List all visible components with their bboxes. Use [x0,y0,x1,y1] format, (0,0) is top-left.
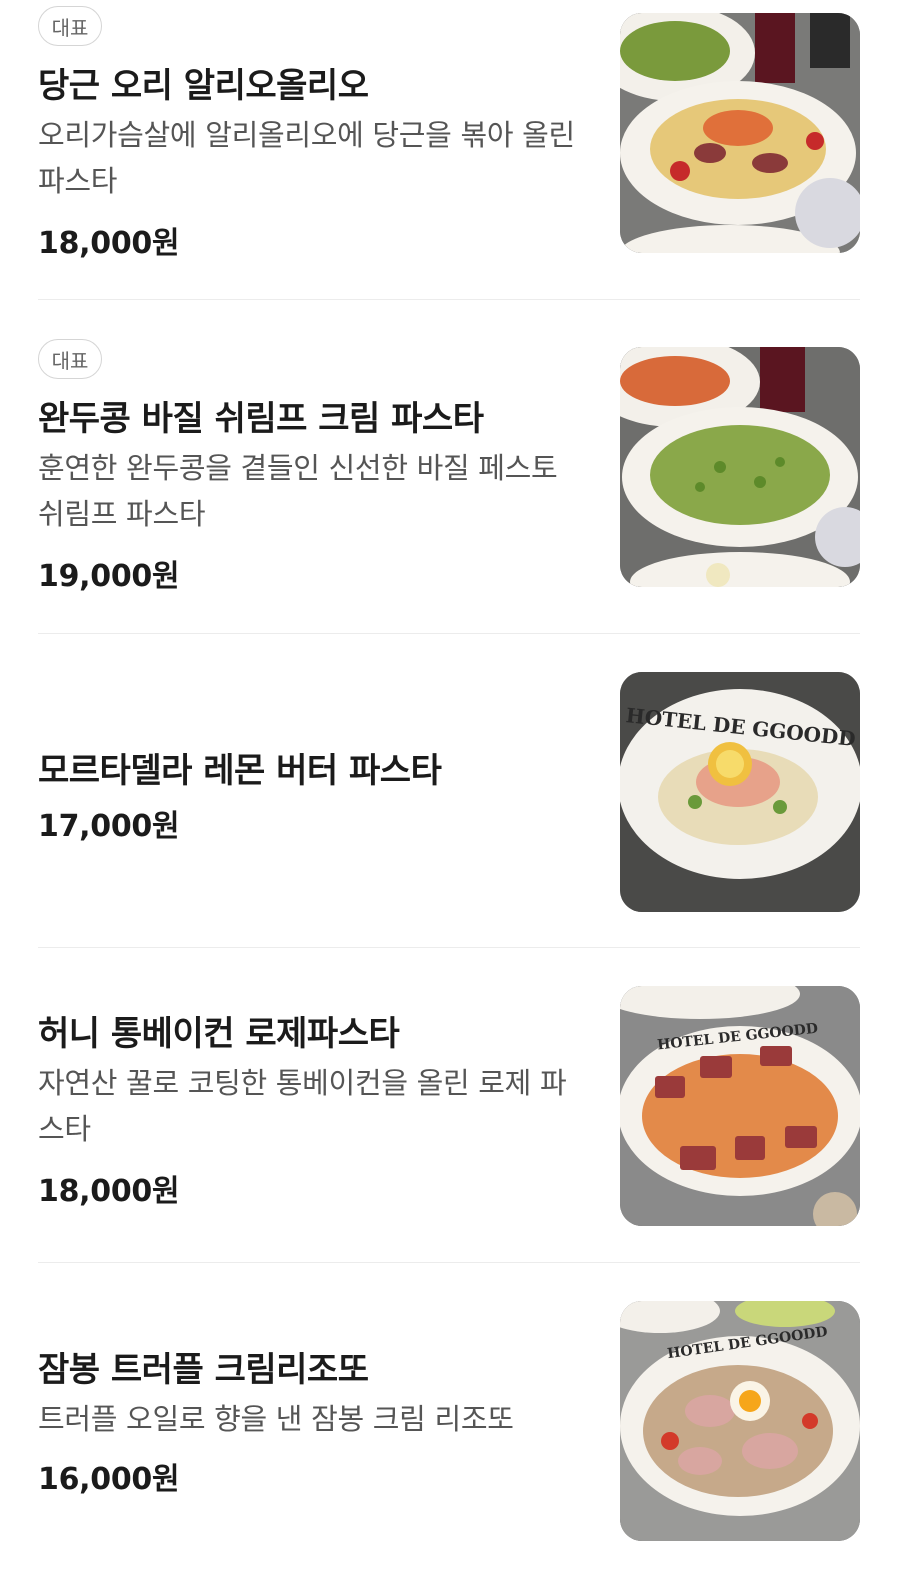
menu-item-photo [620,347,860,587]
divider [38,299,860,300]
menu-item-photo [620,13,860,253]
menu-item-price: 19,000원 [38,559,180,594]
menu-item-photo: HOTEL DE GGOODD [620,986,860,1226]
menu-item-photo: HOTEL DE GGOODD [620,1301,860,1541]
divider [38,633,860,634]
menu-item-name: 허니 통베이컨 로제파스타 [38,1014,400,1054]
menu-item-description: 오리가슴살에 알리올리오에 당근을 볶아 올린 파스타 [38,118,575,198]
menu-item[interactable]: 대표 당근 오리 알리오올리오 오리가슴살에 알리올리오에 당근을 볶아 올린 … [38,0,860,300]
menu-item-description: 자연산 꿀로 코팅한 통베이컨을 올린 로제 파스타 [38,1066,567,1146]
signature-badge: 대표 [38,6,102,46]
menu-item-name: 당근 오리 알리오올리오 [38,66,369,106]
divider [38,1262,860,1263]
divider [38,947,860,948]
menu-item-name: 잠봉 트러플 크림리조또 [38,1350,369,1390]
menu-item-description: 트러플 오일로 향을 낸 잠봉 크림 리조또 [38,1402,514,1436]
menu-item[interactable]: 모르타델라 레몬 버터 파스타 17,000원 HOTEL DE GGOODD [38,667,860,947]
menu-item[interactable]: 대표 완두콩 바질 쉬림프 크림 파스타 훈연한 완두콩을 곁들인 신선한 바질… [38,333,860,633]
menu-item[interactable]: 허니 통베이컨 로제파스타 자연산 꿀로 코팅한 통베이컨을 올린 로제 파스타… [38,982,860,1262]
menu-item-name: 완두콩 바질 쉬림프 크림 파스타 [38,399,484,439]
signature-badge: 대표 [38,339,102,379]
menu-item-price: 18,000원 [38,1174,180,1209]
menu-item-description: 훈연한 완두콩을 곁들인 신선한 바질 페스토 쉬림프 파스타 [38,451,558,531]
menu-item-photo: HOTEL DE GGOODD [620,672,860,912]
menu-item-name: 모르타델라 레몬 버터 파스타 [38,751,442,791]
menu-item[interactable]: 잠봉 트러플 크림리조또 트러플 오일로 향을 낸 잠봉 크림 리조또 16,0… [38,1296,860,1580]
menu-item-price: 18,000원 [38,226,180,261]
menu-item-price: 17,000원 [38,809,180,844]
menu-item-price: 16,000원 [38,1462,180,1497]
